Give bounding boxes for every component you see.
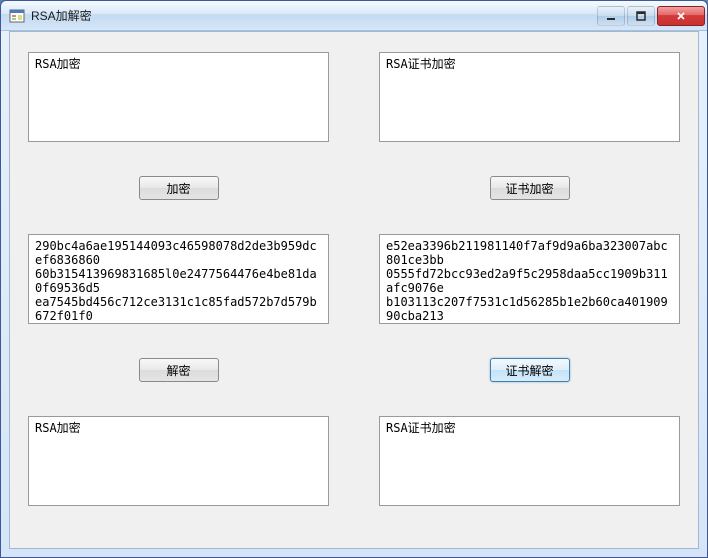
- encrypt-button[interactable]: 加密: [139, 176, 219, 200]
- client-area: 加密 证书加密 解密 证书解密: [9, 31, 699, 549]
- encrypt-button-row-left: 加密: [28, 176, 329, 222]
- decrypt-button[interactable]: 解密: [139, 358, 219, 382]
- window-controls: [597, 6, 705, 26]
- app-icon: [9, 8, 25, 24]
- titlebar: RSA加解密: [1, 1, 707, 31]
- rsa-cert-plain-input[interactable]: [379, 52, 680, 142]
- cert-decrypt-button[interactable]: 证书解密: [490, 358, 570, 382]
- app-window: RSA加解密 加密 证书加密 解密: [0, 0, 708, 558]
- close-button[interactable]: [657, 6, 705, 26]
- decrypt-button-row-right: 证书解密: [379, 358, 680, 404]
- cert-encrypt-button[interactable]: 证书加密: [490, 176, 570, 200]
- close-icon: [675, 10, 687, 22]
- window-title: RSA加解密: [31, 7, 597, 24]
- rsa-cert-plain-output[interactable]: [379, 416, 680, 506]
- rsa-plain-output[interactable]: [28, 416, 329, 506]
- rsa-plain-input[interactable]: [28, 52, 329, 142]
- maximize-button[interactable]: [627, 6, 655, 26]
- rsa-cipher-output[interactable]: [28, 234, 329, 324]
- maximize-icon: [635, 10, 647, 22]
- minimize-button[interactable]: [597, 6, 625, 26]
- decrypt-button-row-left: 解密: [28, 358, 329, 404]
- rsa-cert-cipher-output[interactable]: [379, 234, 680, 324]
- minimize-icon: [605, 10, 617, 22]
- encrypt-button-row-right: 证书加密: [379, 176, 680, 222]
